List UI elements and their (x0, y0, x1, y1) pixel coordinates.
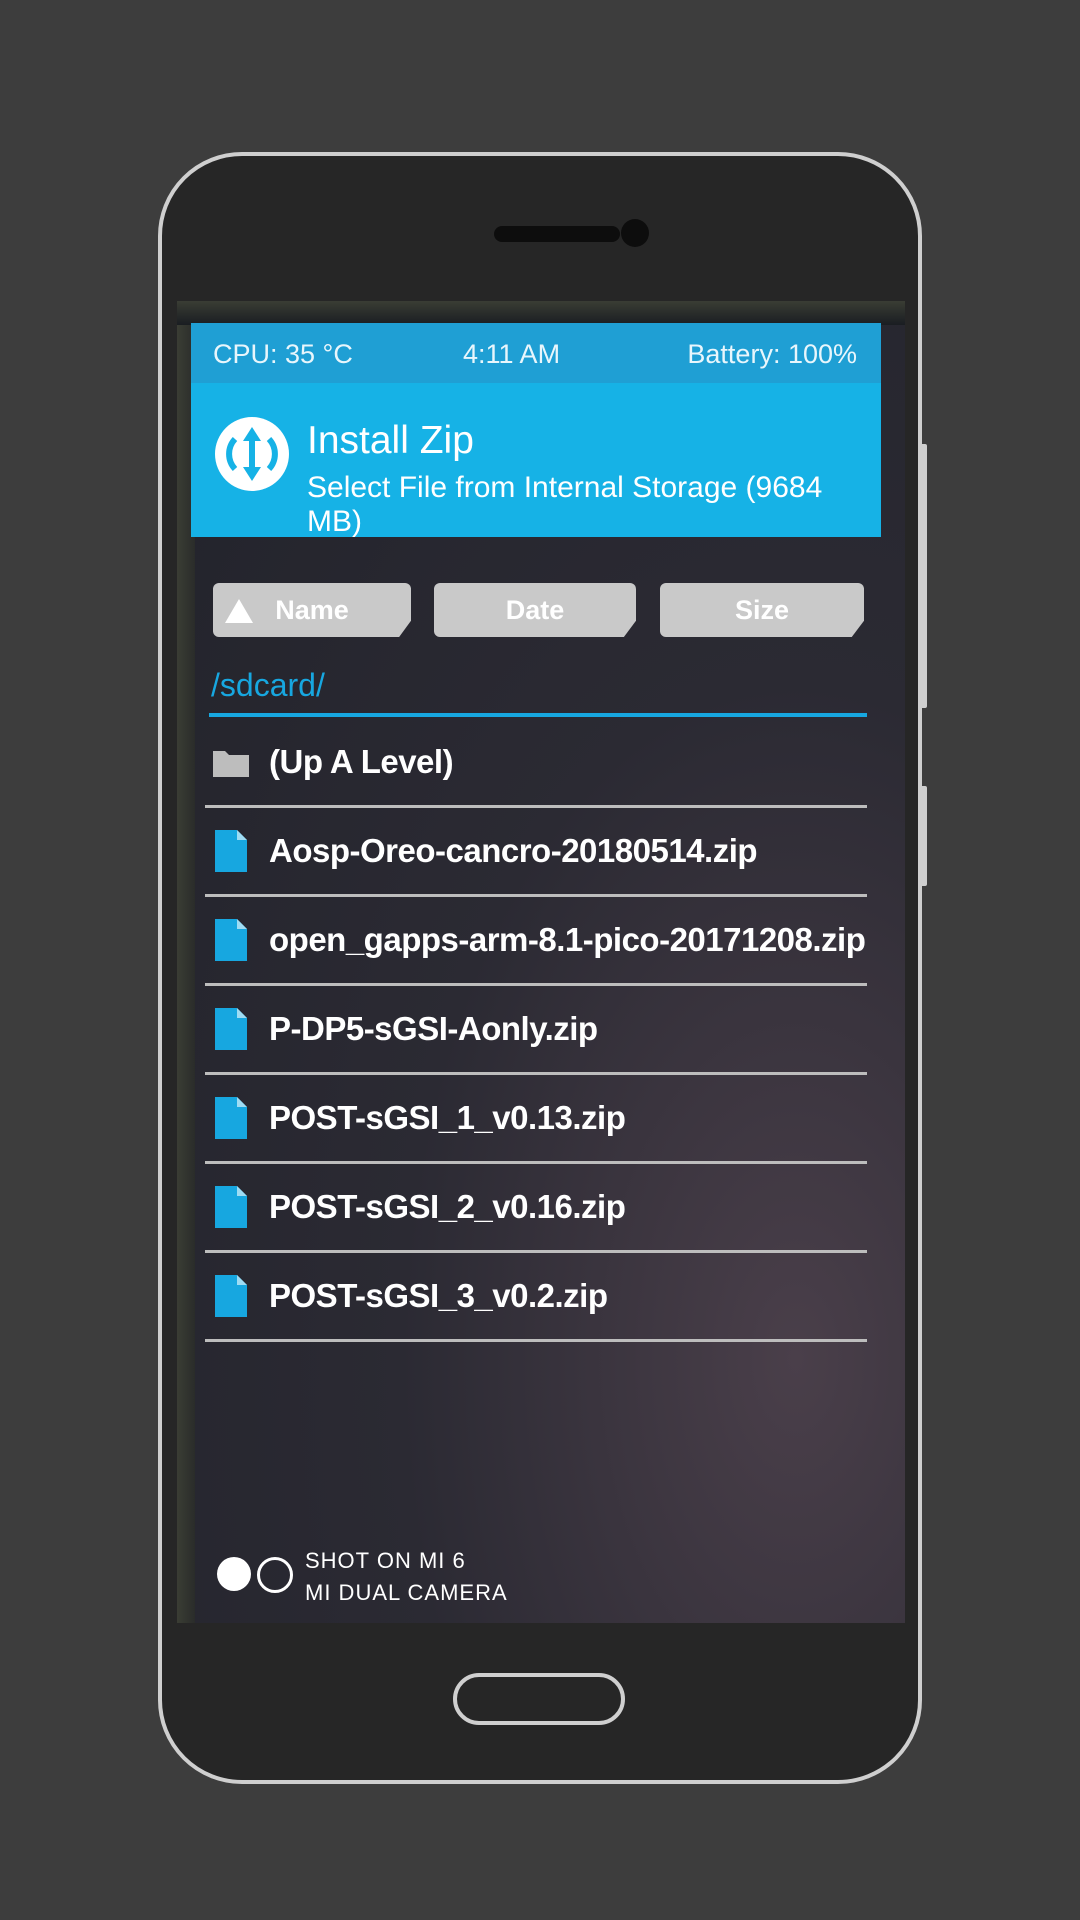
twrp-app: CPU: 35 °C 4:11 AM Battery: 100% Install… (191, 323, 881, 1613)
list-item-label: P-DP5-sGSI-Aonly.zip (269, 1010, 598, 1047)
screen-top (177, 301, 905, 325)
file-icon (215, 1008, 247, 1050)
page-subtitle: Select File from Internal Storage (9684 … (307, 471, 823, 538)
sort-size-label: Size (734, 594, 790, 625)
list-item-label: Aosp-Oreo-cancro-20180514.zip (269, 832, 758, 869)
list-item[interactable]: P-DP5-sGSI-Aonly.zip (205, 986, 867, 1075)
current-path: /sdcard/ (211, 667, 325, 703)
list-item[interactable]: POST-sGSI_2_v0.16.zip (205, 1164, 867, 1253)
triangle-up-icon (225, 599, 253, 623)
home-button (453, 1673, 625, 1725)
folder-icon (213, 751, 249, 777)
list-item[interactable]: POST-sGSI_1_v0.13.zip (205, 1075, 867, 1164)
list-item-label: POST-sGSI_3_v0.2.zip (269, 1277, 608, 1314)
sort-by-name-button[interactable]: Name (213, 583, 411, 637)
battery-level: Battery: 100% (687, 339, 857, 369)
list-item-label: POST-sGSI_2_v0.16.zip (269, 1188, 626, 1225)
status-bar: CPU: 35 °C 4:11 AM Battery: 100% (191, 323, 881, 383)
list-item-label: POST-sGSI_1_v0.13.zip (269, 1099, 626, 1136)
sort-by-size-button[interactable]: Size (660, 583, 864, 637)
header: CPU: 35 °C 4:11 AM Battery: 100% Install… (191, 323, 881, 538)
list-item[interactable]: POST-sGSI_3_v0.2.zip (205, 1253, 867, 1342)
file-list: (Up A Level) Aosp-Oreo-cancro-20180514.z… (191, 719, 881, 1342)
list-item-label: (Up A Level) (269, 743, 454, 780)
file-icon (215, 919, 247, 961)
path-divider (209, 713, 867, 717)
file-icon (215, 1186, 247, 1228)
list-item-up-level[interactable]: (Up A Level) (205, 719, 867, 808)
twrp-logo-icon (215, 417, 289, 491)
file-icon (215, 1097, 247, 1139)
file-icon (215, 1275, 247, 1317)
front-camera (621, 219, 649, 247)
watermark-dot-filled (217, 1557, 251, 1591)
sort-name-label: Name (275, 594, 349, 625)
cpu-temperature: CPU: 35 °C (213, 339, 353, 369)
list-item[interactable]: Aosp-Oreo-cancro-20180514.zip (205, 808, 867, 897)
sort-date-label: Date (505, 594, 565, 625)
list-item[interactable]: open_gapps-arm-8.1-pico-20171208.zip (205, 897, 867, 986)
list-item-label: open_gapps-arm-8.1-pico-20171208.zip (269, 921, 866, 958)
watermark-dot-outline (257, 1557, 293, 1593)
sort-by-date-button[interactable]: Date (434, 583, 636, 637)
watermark-line2: MI DUAL CAMERA (305, 1580, 508, 1605)
watermark-line1: SHOT ON MI 6 (305, 1548, 466, 1573)
clock: 4:11 AM (463, 339, 561, 369)
phone-screen: CPU: 35 °C 4:11 AM Battery: 100% Install… (177, 301, 905, 1623)
file-icon (215, 830, 247, 872)
earpiece-speaker (494, 226, 620, 242)
watermark-text: SHOT ON MI 6 MI DUAL CAMERA (305, 1545, 508, 1609)
page-title: Install Zip (307, 419, 474, 462)
